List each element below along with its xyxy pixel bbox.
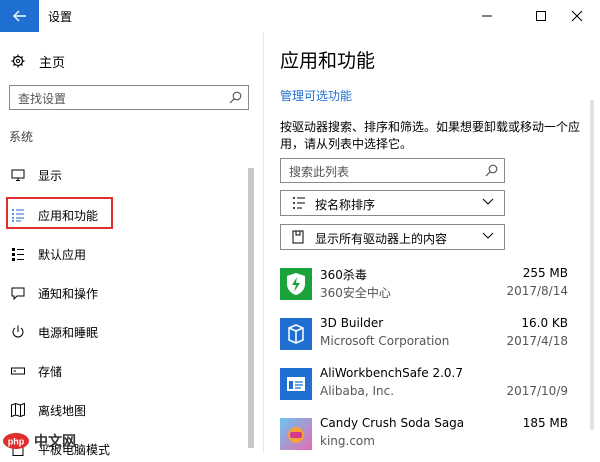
window-title: 设置 <box>48 10 73 24</box>
settings-search-placeholder: 查找设置 <box>18 92 67 106</box>
settings-search-input[interactable]: 查找设置 <box>9 85 249 110</box>
php-logo-icon: php <box>3 432 29 449</box>
sidebar-item-storage[interactable]: 存储 <box>0 358 245 384</box>
chevron-down-icon <box>482 198 494 205</box>
right-pane: 应用和功能 管理可选功能 按驱动器搜索、排序和筛选。如果想要卸载或移动一个应用，… <box>264 32 600 453</box>
settings-window: 设置 主页 查找设置 系统 显示 应用和功能 默认应用 通知和操作 电源和睡眠 … <box>0 0 600 457</box>
sidebar-item-notifications[interactable]: 通知和操作 <box>0 280 245 306</box>
svg-text:php: php <box>8 436 25 446</box>
app-list-search-placeholder: 搜索此列表 <box>289 165 350 179</box>
app-list-search-input[interactable]: 搜索此列表 <box>280 158 505 183</box>
section-label-system: 系统 <box>9 130 34 144</box>
app-install-date: 2017/10/9 <box>506 384 568 398</box>
sidebar-item-label: 离线地图 <box>38 404 87 418</box>
power-icon <box>12 325 24 338</box>
sort-dropdown[interactable]: 按名称排序 <box>280 190 505 216</box>
sidebar-item-label: 默认应用 <box>38 248 87 262</box>
notification-icon <box>11 287 25 301</box>
list-item-app[interactable]: 360杀毒 360安全中心 255 MB 2017/8/14 <box>280 265 580 307</box>
app-publisher: king.com <box>320 434 375 448</box>
app-size: 16.0 KB <box>521 316 568 330</box>
right-scrollbar[interactable] <box>590 100 594 430</box>
drive-filter-label: 显示所有驱动器上的内容 <box>315 232 448 246</box>
gear-icon <box>11 54 25 68</box>
app-size: 255 MB <box>522 266 568 280</box>
monitor-icon <box>11 169 25 181</box>
shield-icon <box>280 268 312 300</box>
page-title: 应用和功能 <box>280 50 376 72</box>
drive-filter-dropdown[interactable]: 显示所有驱动器上的内容 <box>280 224 505 250</box>
candy-icon <box>280 418 312 450</box>
sidebar-item-label: 存储 <box>38 365 63 379</box>
home-link[interactable]: 主页 <box>11 51 65 71</box>
app-publisher: Alibaba, Inc. <box>320 384 395 398</box>
default-apps-icon <box>12 248 24 261</box>
sidebar-item-default-apps[interactable]: 默认应用 <box>0 241 245 267</box>
storage-icon <box>11 367 25 375</box>
title-bar: 设置 <box>0 0 600 32</box>
app-publisher: 360安全中心 <box>320 286 391 300</box>
watermark-text: 中文网 <box>34 433 76 450</box>
window-icon <box>280 368 312 400</box>
back-button[interactable] <box>0 0 39 32</box>
sort-dropdown-label: 按名称排序 <box>315 198 376 212</box>
app-size: 185 MB <box>522 416 568 430</box>
app-name: Candy Crush Soda Saga <box>320 416 465 430</box>
chevron-down-icon <box>482 232 494 239</box>
sidebar-item-label: 显示 <box>38 169 63 183</box>
list-item-app[interactable]: Candy Crush Soda Saga king.com 185 MB <box>280 415 580 457</box>
close-button[interactable] <box>554 0 600 32</box>
left-scrollbar[interactable] <box>248 168 254 448</box>
close-icon <box>571 10 583 22</box>
app-publisher: Microsoft Corporation <box>320 334 450 348</box>
sidebar-item-display[interactable]: 显示 <box>0 162 245 188</box>
drive-icon <box>292 230 304 244</box>
app-name: 3D Builder <box>320 316 384 330</box>
app-name: AliWorkbenchSafe 2.0.7 <box>320 366 463 380</box>
sidebar-item-offline-maps[interactable]: 离线地图 <box>0 397 245 423</box>
selection-highlight-box <box>6 197 113 229</box>
app-install-date: 2017/8/14 <box>506 284 568 298</box>
list-item-app[interactable]: AliWorkbenchSafe 2.0.7 Alibaba, Inc. 201… <box>280 365 580 407</box>
sidebar-item-label: 电源和睡眠 <box>38 326 99 340</box>
minimize-icon <box>482 15 492 17</box>
sidebar-item-label: 通知和操作 <box>38 287 99 301</box>
page-description: 按驱动器搜索、排序和筛选。如果想要卸载或移动一个应用，请从列表中选择它。 <box>280 120 581 151</box>
app-install-date: 2017/4/18 <box>506 334 568 348</box>
list-item-app[interactable]: 3D Builder Microsoft Corporation 16.0 KB… <box>280 315 580 357</box>
cube-icon <box>280 318 312 350</box>
watermark: php 中文网 <box>2 428 92 453</box>
sidebar-item-power-sleep[interactable]: 电源和睡眠 <box>0 319 245 345</box>
map-icon <box>11 402 25 418</box>
home-label: 主页 <box>39 55 66 71</box>
search-icon <box>485 164 498 177</box>
minimize-button[interactable] <box>464 0 510 32</box>
maximize-icon <box>536 11 546 21</box>
search-icon <box>229 91 242 104</box>
manage-optional-features-link[interactable]: 管理可选功能 <box>280 87 352 104</box>
app-name: 360杀毒 <box>320 268 367 282</box>
back-arrow-icon <box>12 10 26 22</box>
sort-list-icon <box>293 197 305 209</box>
left-pane: 主页 查找设置 系统 显示 应用和功能 默认应用 通知和操作 电源和睡眠 存储 … <box>0 32 263 457</box>
